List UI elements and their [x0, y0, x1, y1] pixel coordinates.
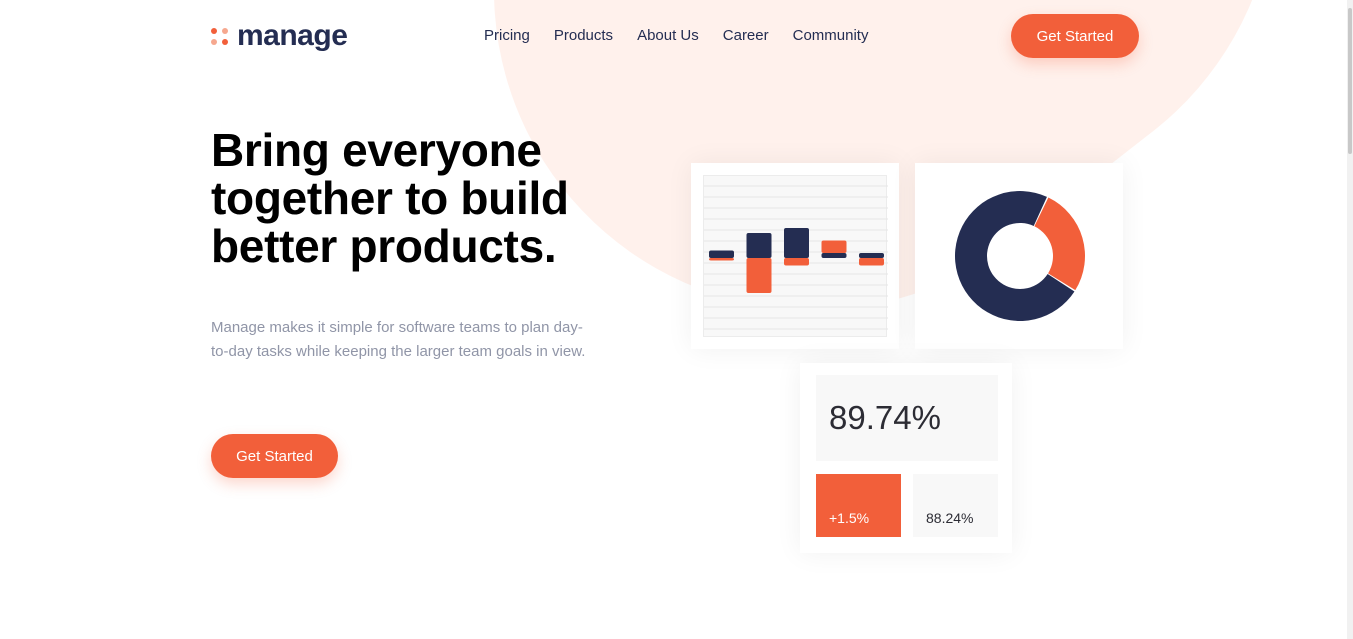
nav-item-pricing[interactable]: Pricing — [484, 27, 530, 45]
bar-segment — [746, 233, 772, 258]
hero-description: Manage makes it simple for software team… — [211, 319, 586, 360]
stat-secondary-value: 88.24% — [913, 474, 998, 537]
bar-chart — [704, 185, 888, 330]
brand-name: manage — [237, 19, 348, 52]
bar-segment — [821, 240, 847, 253]
page-scrollbar[interactable] — [1347, 0, 1353, 639]
bar-segment — [859, 258, 884, 266]
bar-segment — [746, 258, 772, 293]
logo-dots-icon — [211, 27, 228, 45]
nav-item-products[interactable]: Products — [554, 27, 613, 45]
stats-card: 89.74% +1.5% 88.24% — [800, 363, 1012, 553]
bar-segment — [709, 250, 734, 258]
header-get-started-button[interactable]: Get Started — [1011, 14, 1139, 58]
hero-get-started-button[interactable]: Get Started — [211, 434, 338, 478]
bar-chart-card — [691, 163, 899, 349]
stat-main-value: 89.74% — [816, 375, 998, 461]
nav-item-community[interactable]: Community — [793, 27, 869, 45]
nav-item-about-us[interactable]: About Us — [637, 27, 699, 45]
scrollbar-thumb[interactable] — [1348, 8, 1352, 154]
bar-segment — [784, 258, 809, 266]
hero-title: Bring everyone together to build better … — [211, 124, 569, 272]
donut-chart-card — [915, 163, 1123, 349]
main-nav: Pricing Products About Us Career Communi… — [484, 27, 868, 45]
bar-segment — [784, 228, 809, 258]
bar-segment — [709, 258, 734, 261]
donut-chart — [955, 191, 1085, 321]
bar-segment — [859, 253, 884, 258]
bar-segment — [821, 253, 847, 258]
stat-change-badge: +1.5% — [816, 474, 901, 537]
bar-chart-area — [703, 175, 888, 337]
nav-item-career[interactable]: Career — [723, 27, 769, 45]
donut-slice — [1034, 197, 1085, 291]
brand-logo[interactable]: manage — [211, 19, 348, 52]
